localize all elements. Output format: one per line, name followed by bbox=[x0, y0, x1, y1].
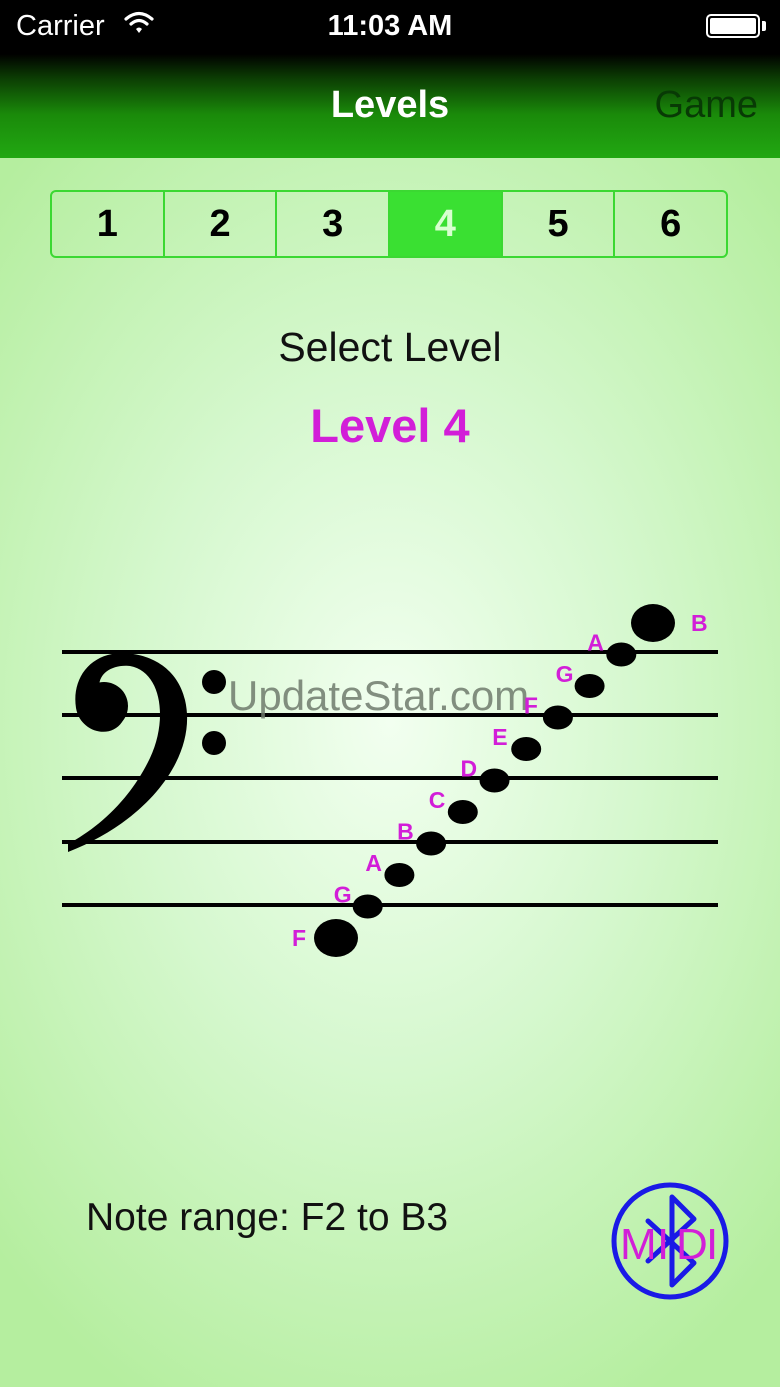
select-level-label: Select Level bbox=[278, 324, 502, 370]
navigation-bar: Levels Game bbox=[0, 54, 780, 158]
bluetooth-midi-button[interactable]: M I D I bbox=[610, 1181, 730, 1301]
note-head bbox=[479, 768, 510, 793]
note-head bbox=[416, 831, 447, 856]
level-segmented-control: 1 2 3 4 5 6 bbox=[50, 190, 728, 258]
note-label: F bbox=[524, 693, 538, 719]
note-label: G bbox=[334, 882, 352, 908]
level-segment-1[interactable]: 1 bbox=[52, 192, 163, 256]
bass-clef-icon bbox=[68, 653, 226, 852]
note-head bbox=[631, 604, 675, 642]
note-head bbox=[352, 894, 383, 919]
level-segment-2[interactable]: 2 bbox=[162, 192, 276, 256]
note-label: D bbox=[461, 756, 478, 782]
note-head bbox=[447, 800, 478, 824]
note-label: A bbox=[587, 630, 604, 656]
note-head bbox=[574, 674, 605, 698]
battery-tip bbox=[762, 21, 766, 31]
level-segment-6[interactable]: 6 bbox=[613, 192, 726, 256]
note-range-label: Note range: F2 to B3 bbox=[86, 1196, 449, 1239]
game-button[interactable]: Game bbox=[655, 84, 758, 127]
status-bar: Carrier 11:03 AM bbox=[0, 0, 780, 54]
note-head bbox=[606, 642, 637, 667]
midi-letter-d: D bbox=[676, 1220, 708, 1269]
level-segment-5[interactable]: 5 bbox=[500, 192, 614, 256]
music-staff: UpdateStar.com FGABCDEFGAB bbox=[62, 604, 718, 957]
level-segment-4[interactable]: 4 bbox=[388, 192, 501, 256]
battery-icon bbox=[706, 14, 760, 38]
midi-letter-m: M bbox=[620, 1220, 657, 1269]
note-label: A bbox=[365, 850, 382, 876]
note-label: F bbox=[292, 925, 306, 951]
note-head bbox=[542, 705, 573, 730]
note-label: B bbox=[691, 610, 708, 636]
note-label: G bbox=[556, 661, 574, 687]
note-head bbox=[511, 737, 542, 761]
midi-letter-i1: I bbox=[657, 1220, 669, 1269]
midi-letter-i2: I bbox=[706, 1220, 718, 1269]
status-time: 11:03 AM bbox=[327, 10, 453, 42]
note-head bbox=[314, 919, 358, 957]
note-head bbox=[384, 863, 415, 887]
note-label: C bbox=[429, 787, 446, 813]
note-label: B bbox=[397, 819, 414, 845]
level-segment-3[interactable]: 3 bbox=[275, 192, 388, 256]
current-level-label: Level 4 bbox=[310, 399, 470, 452]
watermark-text: UpdateStar.com bbox=[228, 672, 529, 719]
note-label: E bbox=[492, 724, 507, 750]
